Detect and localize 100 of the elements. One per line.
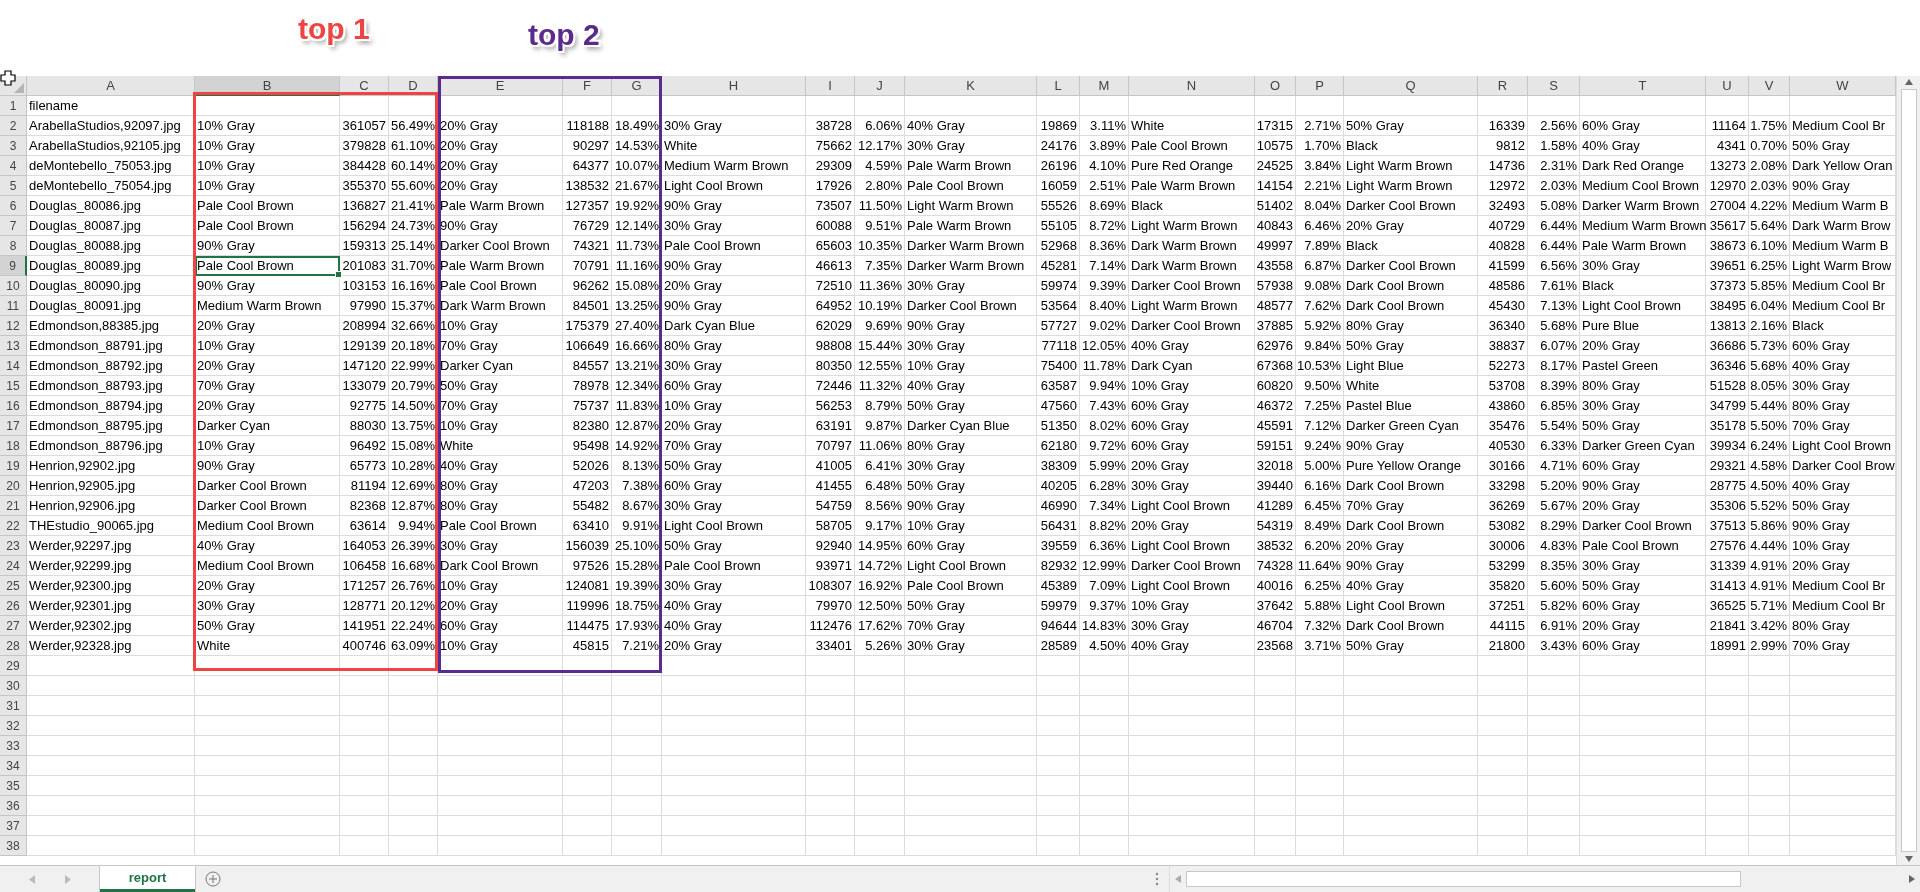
row-header[interactable]: 4 (0, 156, 27, 176)
row-header[interactable]: 14 (0, 356, 27, 376)
column-header[interactable]: V (1749, 76, 1790, 96)
table-cell: 6.25% (1749, 256, 1790, 276)
table-cell: 20.18% (389, 336, 438, 356)
row-header[interactable]: 29 (0, 656, 27, 676)
row-header[interactable]: 10 (0, 276, 27, 296)
column-header[interactable]: O (1255, 76, 1296, 96)
row-header[interactable]: 36 (0, 796, 27, 816)
table-cell: 6.44% (1528, 216, 1580, 236)
table-cell: Douglas_80088.jpg (27, 236, 195, 256)
row-header[interactable]: 26 (0, 596, 27, 616)
row-header[interactable]: 6 (0, 196, 27, 216)
row-header[interactable]: 33 (0, 736, 27, 756)
row-header[interactable]: 38 (0, 836, 27, 856)
row-header[interactable]: 16 (0, 396, 27, 416)
column-header[interactable]: K (905, 76, 1037, 96)
row-header[interactable]: 31 (0, 696, 27, 716)
column-header[interactable]: I (806, 76, 855, 96)
row-header[interactable]: 28 (0, 636, 27, 656)
row-header[interactable]: 2 (0, 116, 27, 136)
column-header[interactable]: N (1129, 76, 1255, 96)
row-header[interactable]: 13 (0, 336, 27, 356)
row-header[interactable]: 9 (0, 256, 27, 276)
row-header[interactable]: 3 (0, 136, 27, 156)
previous-sheet-icon[interactable] (29, 874, 35, 884)
row-header[interactable]: 24 (0, 556, 27, 576)
vertical-scrollbar[interactable] (1896, 76, 1920, 865)
table-cell: Black (1344, 236, 1478, 256)
column-header[interactable]: A (27, 76, 195, 96)
row-header[interactable]: 34 (0, 756, 27, 776)
row-header[interactable]: 30 (0, 676, 27, 696)
scroll-thumb[interactable] (1900, 89, 1917, 852)
scroll-up-icon[interactable] (1903, 78, 1914, 86)
add-sheet-icon[interactable] (205, 871, 221, 887)
row-header[interactable]: 35 (0, 776, 27, 796)
more-icon[interactable] (1155, 872, 1159, 886)
table-cell: 10575 (1255, 136, 1296, 156)
scroll-down-icon[interactable] (1903, 855, 1914, 863)
row-header[interactable]: 1 (0, 96, 27, 116)
table-cell: 1.75% (1749, 116, 1790, 136)
scroll-right-icon[interactable] (1908, 874, 1916, 884)
table-cell: 6.10% (1749, 236, 1790, 256)
row-header[interactable]: 19 (0, 456, 27, 476)
table-cell: 39651 (1706, 256, 1749, 276)
table-cell: 92940 (806, 536, 855, 556)
row-header[interactable]: 20 (0, 476, 27, 496)
table-cell: 12970 (1706, 176, 1749, 196)
table-cell: 7.32% (1296, 616, 1344, 636)
row-header[interactable]: 8 (0, 236, 27, 256)
column-header[interactable]: Q (1344, 76, 1478, 96)
row-header[interactable]: 11 (0, 296, 27, 316)
column-header[interactable]: J (855, 76, 905, 96)
column-header[interactable]: P (1296, 76, 1344, 96)
row-header[interactable]: 27 (0, 616, 27, 636)
row-header[interactable]: 25 (0, 576, 27, 596)
fill-handle[interactable] (335, 271, 342, 278)
table-cell: 15.28% (612, 556, 662, 576)
row-header[interactable]: 37 (0, 816, 27, 836)
column-header[interactable]: T (1580, 76, 1706, 96)
column-header[interactable]: U (1706, 76, 1749, 96)
table-cell: Dark Cool Brown (1344, 276, 1478, 296)
column-header[interactable]: R (1478, 76, 1528, 96)
column-header[interactable]: L (1037, 76, 1080, 96)
table-cell: Darker Cool Brown (1129, 556, 1255, 576)
scroll-left-icon[interactable] (1174, 874, 1182, 884)
table-cell: 21.41% (389, 196, 438, 216)
table-cell: 9.24% (1296, 436, 1344, 456)
row-header[interactable]: 22 (0, 516, 27, 536)
row-header[interactable]: 5 (0, 176, 27, 196)
table-cell: 11164 (1706, 116, 1749, 136)
table-cell: 57727 (1037, 316, 1080, 336)
row-header[interactable]: 32 (0, 716, 27, 736)
table-cell: 159313 (340, 236, 389, 256)
row-header[interactable]: 23 (0, 536, 27, 556)
row-header[interactable]: 17 (0, 416, 27, 436)
table-cell: Pale Cool Brown (438, 516, 563, 536)
table-cell: 5.00% (1296, 456, 1344, 476)
row-header[interactable]: 21 (0, 496, 27, 516)
column-header[interactable]: M (1080, 76, 1129, 96)
table-cell: 4.91% (1749, 556, 1790, 576)
column-header[interactable]: W (1790, 76, 1896, 96)
row-header[interactable]: 12 (0, 316, 27, 336)
column-header[interactable]: H (662, 76, 806, 96)
table-cell: 38728 (806, 116, 855, 136)
table-cell: Edmondson_88794.jpg (27, 396, 195, 416)
next-sheet-icon[interactable] (65, 874, 71, 884)
empty-cell (1296, 716, 1344, 736)
scroll-thumb[interactable] (1186, 871, 1741, 887)
table-cell: 6.44% (1528, 236, 1580, 256)
table-cell: 60% Gray (1129, 416, 1255, 436)
row-header[interactable]: 18 (0, 436, 27, 456)
row-header[interactable]: 15 (0, 376, 27, 396)
table-cell: 11.83% (612, 396, 662, 416)
sheet-tab[interactable]: report (100, 866, 195, 892)
column-header[interactable]: S (1528, 76, 1580, 96)
row-header[interactable]: 7 (0, 216, 27, 236)
empty-cell (1749, 696, 1790, 716)
table-cell: 16.92% (855, 576, 905, 596)
table-cell: Edmondson,88385.jpg (27, 316, 195, 336)
